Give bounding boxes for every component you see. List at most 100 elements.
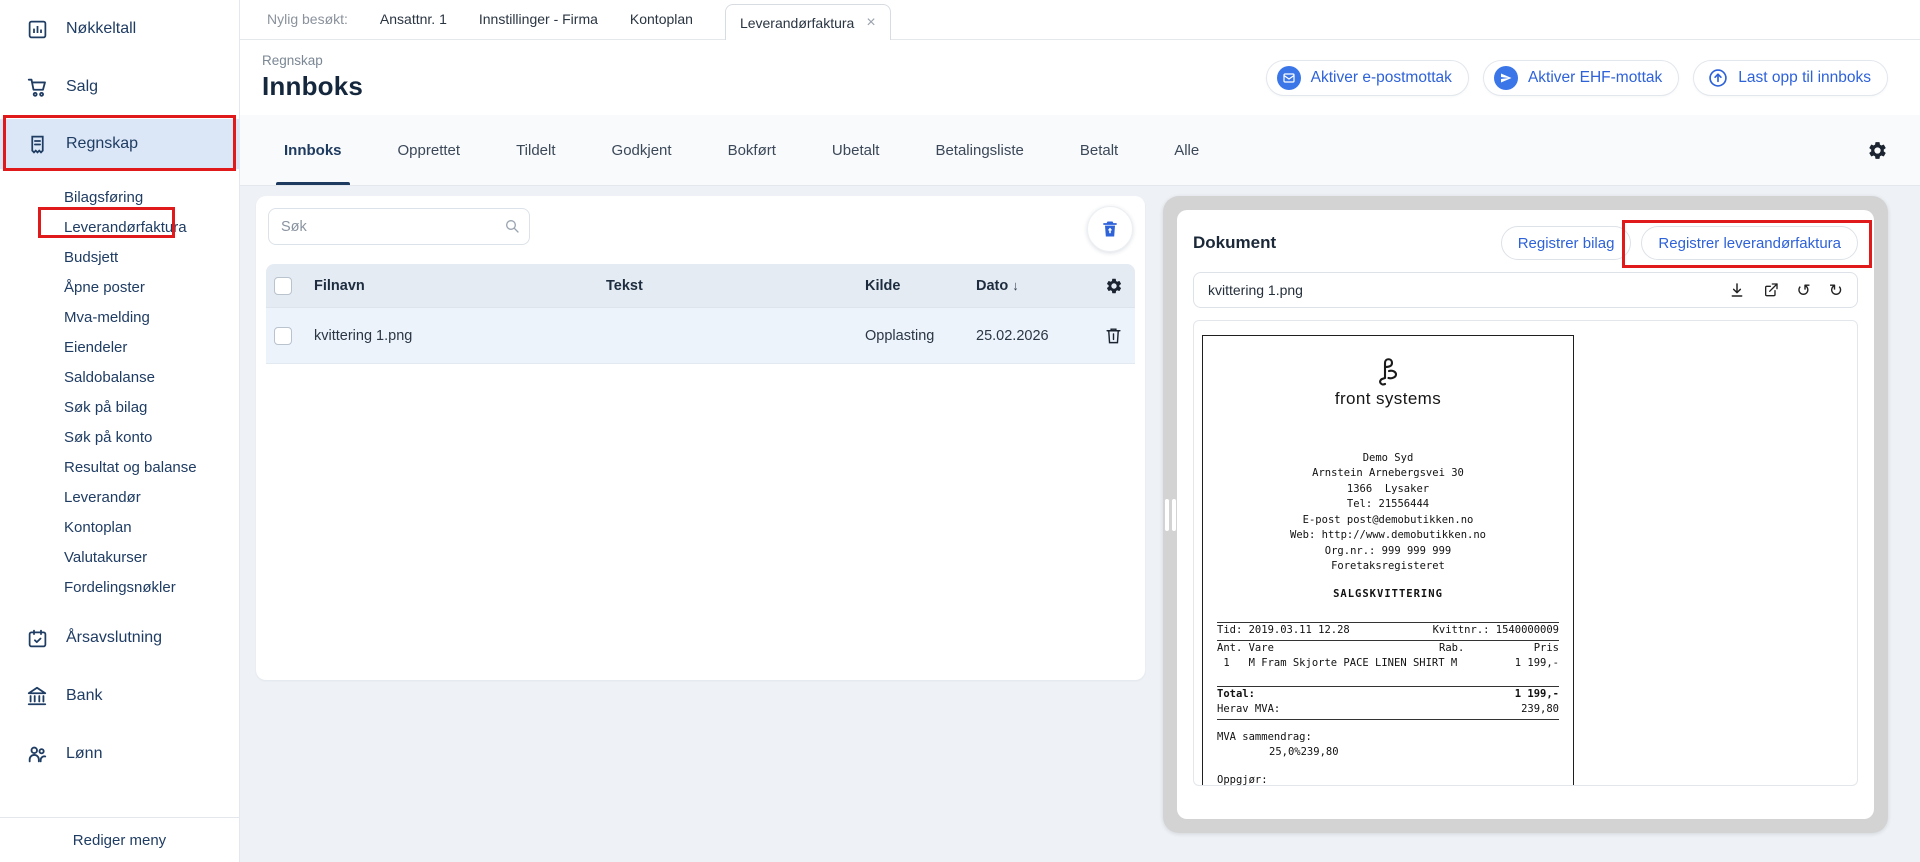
recent-item-ansattnr[interactable]: Ansattnr. 1	[380, 11, 447, 27]
sidebar-item-label: Lønn	[66, 745, 102, 763]
receipt-col-vare: Ant. Vare	[1217, 641, 1439, 657]
email-icon	[1277, 66, 1301, 90]
receipt-total-label: Total:	[1217, 687, 1255, 703]
sidebar-item-valutakurser[interactable]: Valutakurser	[0, 542, 239, 572]
download-icon[interactable]	[1729, 282, 1745, 298]
tabstrip-settings-gear-icon[interactable]	[1867, 140, 1888, 161]
sidebar-item-budsjett[interactable]: Budsjett	[0, 242, 239, 272]
sidebar-item-label: Nøkkeltall	[66, 20, 136, 38]
sort-desc-icon: ↓	[1012, 278, 1019, 293]
regnskap-submenu: Bilagsføring Leverandørfaktura Budsjett …	[0, 182, 239, 602]
receipt-image: front systems Demo Syd Arnstein Arneberg…	[1202, 335, 1574, 786]
sidebar-item-sok-pa-konto[interactable]: Søk på konto	[0, 422, 239, 452]
breadcrumb: Regnskap	[262, 53, 363, 68]
table-row[interactable]: kvittering 1.png Opplasting 25.02.2026	[266, 307, 1135, 364]
tab-bokfort[interactable]: Bokført	[728, 115, 776, 185]
sidebar-item-saldobalanse[interactable]: Saldobalanse	[0, 362, 239, 392]
status-tabstrip: Innboks Opprettet Tildelt Godkjent Bokfø…	[240, 115, 1920, 186]
upload-icon	[1708, 68, 1728, 88]
tab-innboks[interactable]: Innboks	[284, 115, 342, 185]
receipt-mva-summary-value: 25,0%239,80	[1217, 745, 1559, 761]
search-input[interactable]	[268, 208, 530, 245]
column-header-kilde[interactable]: Kilde	[865, 278, 976, 294]
open-external-icon[interactable]	[1763, 282, 1779, 298]
sidebar-item-label: Årsavslutning	[66, 629, 162, 647]
row-kilde: Opplasting	[865, 328, 976, 344]
sidebar-item-label: Regnskap	[66, 135, 138, 153]
table-settings-gear-icon[interactable]	[1105, 277, 1123, 295]
receipt-address-line: 1366 Lysaker	[1217, 482, 1559, 498]
rotate-left-icon[interactable]: ↺	[1797, 282, 1811, 299]
sidebar-item-mva-melding[interactable]: Mva-melding	[0, 302, 239, 332]
tab-betalt[interactable]: Betalt	[1080, 115, 1118, 185]
content-area: Filnavn Tekst Kilde Dato ↓ kvit	[240, 186, 1920, 862]
row-filnavn: kvittering 1.png	[314, 328, 606, 344]
receipt-mva-summary-label: MVA sammendrag:	[1217, 730, 1559, 746]
receipt-address-line: Arnstein Arnebergsvei 30	[1217, 466, 1559, 482]
cart-icon	[26, 76, 48, 98]
document-panel-title: Dokument	[1193, 233, 1276, 253]
select-all-checkbox[interactable]	[274, 277, 292, 295]
register-bilag-button[interactable]: Registrer bilag	[1501, 226, 1632, 260]
upload-to-inbox-button[interactable]: Last opp til innboks	[1693, 60, 1888, 96]
receipt-col-pris: Pris	[1511, 641, 1559, 657]
sidebar-item-regnskap[interactable]: Regnskap	[0, 119, 239, 169]
sidebar-item-eiendeler[interactable]: Eiendeler	[0, 332, 239, 362]
row-checkbox[interactable]	[274, 327, 292, 345]
edit-menu-button[interactable]: Rediger meny	[0, 817, 239, 862]
receipt-address-line: Foretaksregisteret	[1217, 559, 1559, 575]
search-icon	[504, 218, 520, 234]
document-panel: Dokument Registrer bilag Registrer lever…	[1163, 196, 1888, 833]
calendar-check-icon	[26, 627, 48, 649]
sidebar-item-fordelingsnokler[interactable]: Fordelingsnøkler	[0, 572, 239, 602]
main-area: Nylig besøkt: Ansattnr. 1 Innstillinger …	[240, 0, 1920, 862]
tab-ubetalt[interactable]: Ubetalt	[832, 115, 880, 185]
tab-alle[interactable]: Alle	[1174, 115, 1199, 185]
trash-icon	[1100, 219, 1120, 239]
register-leverandorfaktura-button[interactable]: Registrer leverandørfaktura	[1641, 226, 1858, 260]
tab-betalingsliste[interactable]: Betalingsliste	[935, 115, 1023, 185]
rotate-right-icon[interactable]: ↻	[1829, 282, 1843, 299]
receipt-address-line: Tel: 21556444	[1217, 497, 1559, 513]
page-title: Innboks	[262, 71, 363, 102]
receipt-mva-value: 239,80	[1521, 702, 1559, 718]
row-dato: 25.02.2026	[976, 328, 1094, 344]
tab-tildelt[interactable]: Tildelt	[516, 115, 555, 185]
tab-godkjent[interactable]: Godkjent	[612, 115, 672, 185]
receipt-number: Kvittnr.: 1540000009	[1433, 623, 1559, 639]
row-trash-icon[interactable]	[1104, 326, 1123, 345]
receipt-item: 1 M Fram Skjorte PACE LINEN SHIRT M	[1217, 656, 1457, 672]
receipt-brand: front systems	[1217, 391, 1559, 407]
receipt-col-rab: Rab.	[1439, 641, 1511, 657]
sidebar-item-salg[interactable]: Salg	[0, 64, 239, 110]
sidebar-item-nokkeltall[interactable]: Nøkkeltall	[0, 6, 239, 52]
sidebar-item-lonn[interactable]: Lønn	[0, 731, 239, 777]
receipt-total-value: 1 199,-	[1515, 687, 1559, 703]
sidebar-item-arsavslutning[interactable]: Årsavslutning	[0, 615, 239, 661]
panel-resize-handle[interactable]	[1165, 499, 1177, 531]
activate-ehf-receive-button[interactable]: Aktiver EHF-mottak	[1483, 60, 1679, 96]
sidebar-item-kontoplan[interactable]: Kontoplan	[0, 512, 239, 542]
recent-item-kontoplan[interactable]: Kontoplan	[630, 11, 693, 27]
activate-email-receive-button[interactable]: Aktiver e-postmottak	[1266, 60, 1469, 96]
people-icon	[26, 743, 48, 765]
sidebar-item-bilagsforing[interactable]: Bilagsføring	[0, 182, 239, 212]
recent-tab-leverandorfaktura[interactable]: Leverandørfaktura ×	[725, 4, 891, 40]
front-systems-logo	[1217, 354, 1559, 390]
column-header-tekst[interactable]: Tekst	[606, 278, 865, 294]
sidebar-item-leverandor[interactable]: Leverandør	[0, 482, 239, 512]
sidebar-item-resultat-og-balanse[interactable]: Resultat og balanse	[0, 452, 239, 482]
sidebar-item-leverandorfaktura[interactable]: Leverandørfaktura	[0, 212, 239, 242]
column-header-filnavn[interactable]: Filnavn	[314, 278, 606, 294]
tab-opprettet[interactable]: Opprettet	[398, 115, 461, 185]
column-header-dato[interactable]: Dato ↓	[976, 278, 1094, 294]
sidebar-item-sok-pa-bilag[interactable]: Søk på bilag	[0, 392, 239, 422]
sidebar-item-bank[interactable]: Bank	[0, 673, 239, 719]
sidebar-item-apne-poster[interactable]: Åpne poster	[0, 272, 239, 302]
document-preview[interactable]: front systems Demo Syd Arnstein Arneberg…	[1193, 320, 1858, 786]
table-header-row: Filnavn Tekst Kilde Dato ↓	[266, 264, 1135, 307]
close-icon[interactable]: ×	[866, 15, 875, 31]
delete-selected-button[interactable]	[1087, 206, 1133, 252]
receipt-item-price: 1 199,-	[1515, 656, 1559, 672]
recent-item-innstillinger-firma[interactable]: Innstillinger - Firma	[479, 11, 598, 27]
